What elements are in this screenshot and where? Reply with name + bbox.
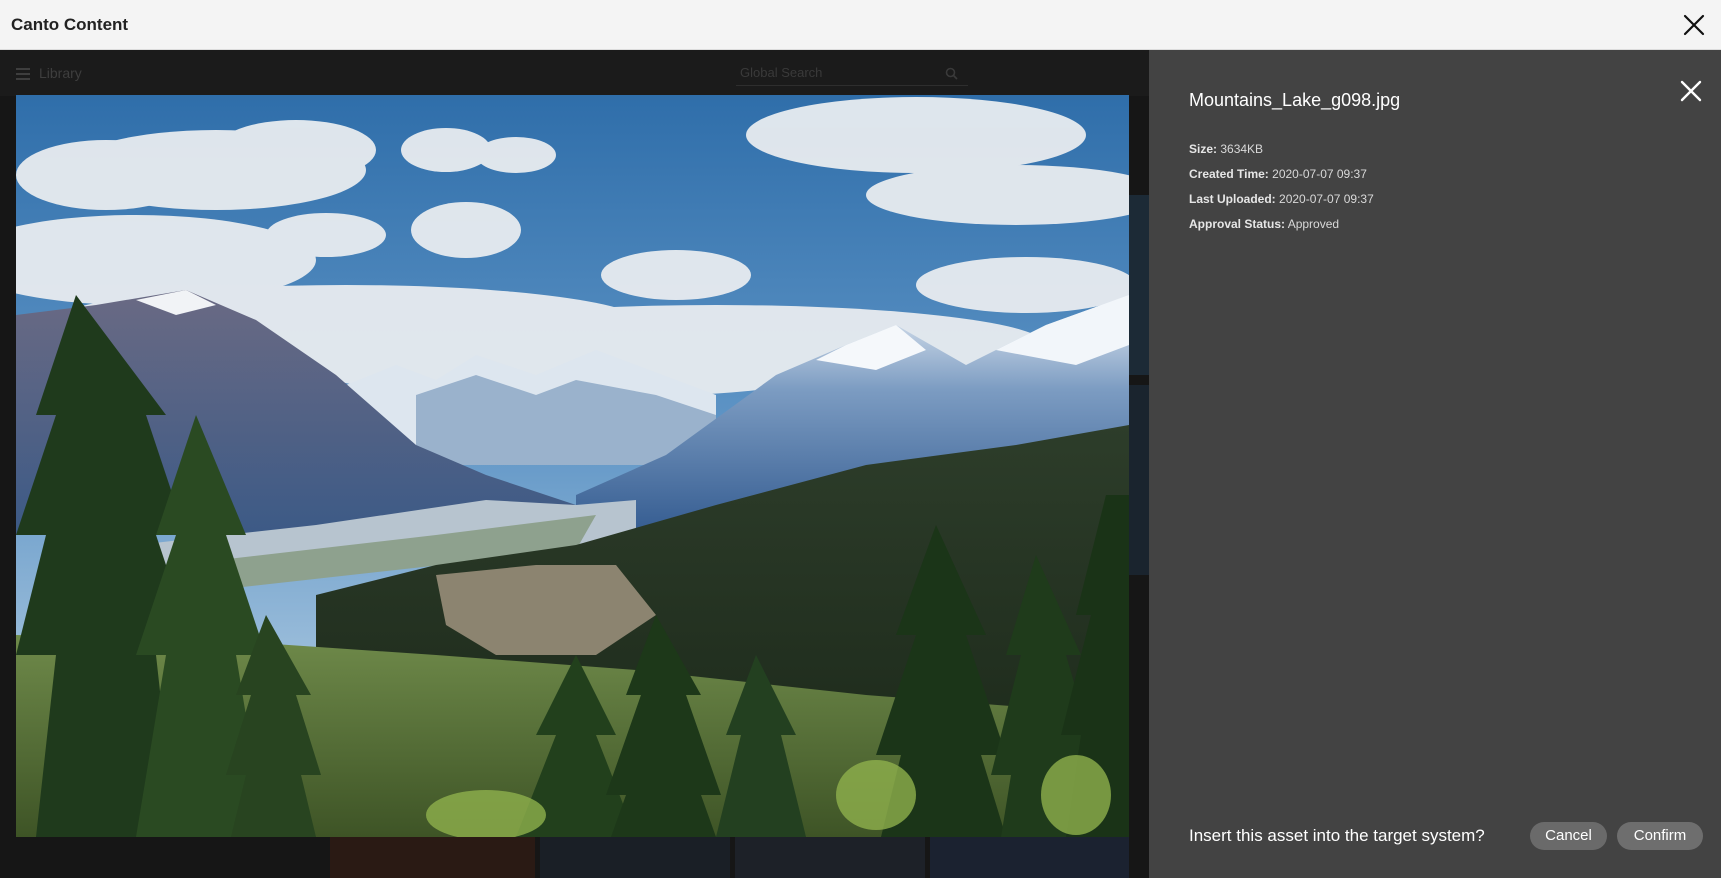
meta-value: 2020-07-07 09:37: [1279, 192, 1374, 206]
meta-approval-status: Approval Status: Approved: [1189, 216, 1374, 241]
cancel-button[interactable]: Cancel: [1530, 822, 1607, 850]
meta-key: Approval Status:: [1189, 217, 1286, 231]
background-thumbnail: [1129, 385, 1149, 575]
background-thumbnail: [735, 837, 925, 878]
panel-close-icon[interactable]: [1679, 79, 1703, 103]
background-thumbnail: [330, 837, 535, 878]
asset-file-name: Mountains_Lake_g098.jpg: [1189, 90, 1401, 110]
asset-preview-image: [16, 95, 1129, 837]
insert-confirmation: Insert this asset into the target system…: [1189, 820, 1703, 850]
library-header: Library Global Search: [0, 50, 1149, 96]
meta-last-uploaded: Last Uploaded: 2020-07-07 09:37: [1189, 191, 1374, 216]
meta-size: Size: 3634KB: [1189, 141, 1374, 166]
insert-question: Insert this asset into the target system…: [1189, 826, 1485, 845]
meta-value: Approved: [1287, 217, 1340, 231]
meta-created-time: Created Time: 2020-07-07 09:37: [1189, 166, 1374, 191]
app-title: Canto Content: [11, 15, 129, 34]
search-placeholder: Global Search: [740, 65, 823, 80]
background-thumbnail: [930, 837, 1129, 878]
title-bar: Canto Content: [0, 0, 1721, 50]
meta-value: 3634KB: [1220, 142, 1264, 156]
search-icon[interactable]: [945, 67, 958, 80]
meta-key: Size:: [1189, 142, 1218, 156]
global-search-input[interactable]: Global Search: [736, 60, 968, 86]
library-label[interactable]: Library: [39, 65, 82, 81]
asset-metadata: Size: 3634KB Created Time: 2020-07-07 09…: [1189, 141, 1374, 241]
asset-details-panel: Mountains_Lake_g098.jpg Size: 3634KB Cre…: [1149, 50, 1721, 878]
meta-key: Last Uploaded:: [1189, 192, 1276, 206]
background-thumbnail: [1129, 195, 1149, 375]
window-close-icon[interactable]: [1681, 12, 1707, 38]
meta-value: 2020-07-07 09:37: [1272, 167, 1367, 181]
hamburger-icon[interactable]: [16, 67, 30, 80]
meta-key: Created Time:: [1189, 167, 1269, 181]
background-thumbnail: [540, 837, 730, 878]
confirm-button[interactable]: Confirm: [1617, 822, 1703, 850]
